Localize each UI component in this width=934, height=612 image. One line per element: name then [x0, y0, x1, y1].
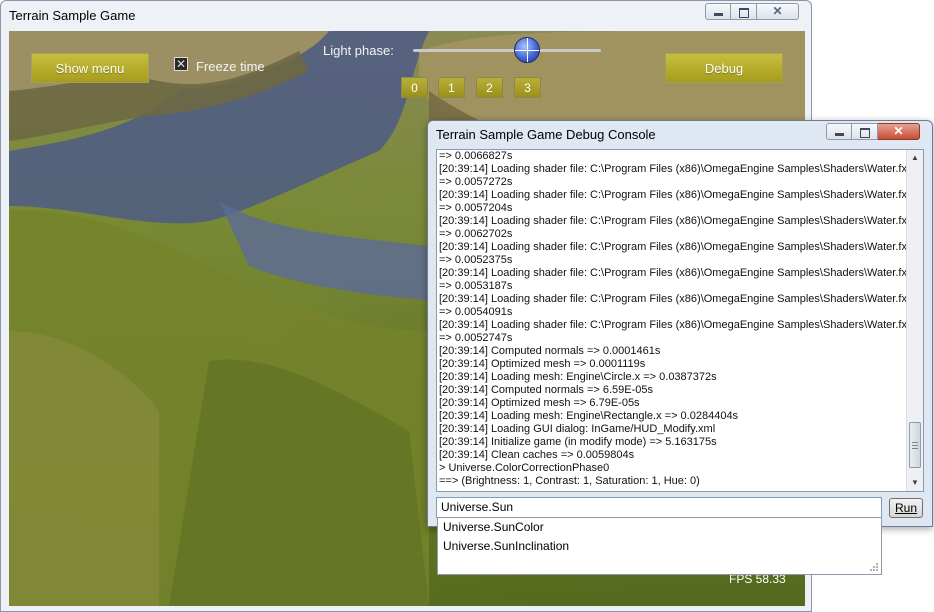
- grip-line: [912, 448, 918, 449]
- console-scrollbar[interactable]: ▲ ▼: [906, 150, 923, 491]
- phase-button-2[interactable]: 2: [476, 77, 503, 98]
- maximize-icon: [739, 8, 749, 18]
- log-line: [20:39:14] Loading shader file: C:\Progr…: [439, 189, 914, 201]
- autocomplete-list: Universe.SunColor Universe.SunInclinatio…: [437, 517, 882, 575]
- maximize-icon: [860, 128, 870, 138]
- freeze-time-label: Freeze time: [196, 59, 265, 74]
- console-log[interactable]: => 0.0066827s [20:39:14] Loading shader …: [436, 149, 924, 492]
- phase-button-3[interactable]: 3: [514, 77, 541, 98]
- minimize-button[interactable]: [705, 3, 731, 20]
- maximize-button[interactable]: [731, 3, 757, 20]
- log-line: => 0.0057272s: [439, 176, 513, 188]
- show-menu-button[interactable]: Show menu: [31, 53, 149, 83]
- log-line: [20:39:14] Computed normals => 0.0001461…: [439, 345, 661, 357]
- log-line: [20:39:14] Loading shader file: C:\Progr…: [439, 163, 914, 175]
- log-line: => 0.0057204s: [439, 202, 513, 214]
- log-line: ==> (Brightness: 1, Contrast: 1, Saturat…: [439, 475, 700, 487]
- scroll-down-icon[interactable]: ▼: [907, 475, 923, 491]
- debug-maximize-button[interactable]: [852, 123, 878, 140]
- log-line: => 0.0054091s: [439, 306, 513, 318]
- freeze-time-checkbox[interactable]: ✕: [174, 57, 188, 71]
- log-line: [20:39:14] Loading shader file: C:\Progr…: [439, 267, 914, 279]
- phase-button-1[interactable]: 1: [438, 77, 465, 98]
- log-line: => 0.0052747s: [439, 332, 513, 344]
- log-line: [20:39:14] Computed normals => 6.59E-05s: [439, 384, 654, 396]
- close-button[interactable]: ✕: [757, 3, 799, 20]
- light-phase-label: Light phase:: [323, 43, 394, 58]
- log-line: => 0.0052375s: [439, 254, 513, 266]
- grip-line: [912, 445, 918, 446]
- debug-console-title: Terrain Sample Game Debug Console: [436, 127, 656, 142]
- log-line: [20:39:14] Loading GUI dialog: InGame/HU…: [439, 423, 716, 435]
- light-phase-slider-knob[interactable]: [514, 37, 540, 63]
- window-controls: ✕: [705, 3, 799, 21]
- log-line: [20:39:14] Clean caches => 0.0059804s: [439, 449, 635, 461]
- log-line: [20:39:14] Initialize game (in modify mo…: [439, 436, 717, 448]
- debug-console-window: Terrain Sample Game Debug Console ✕ => 0…: [427, 120, 933, 527]
- close-icon: ✕: [893, 124, 904, 138]
- log-line: [20:39:14] Loading shader file: C:\Progr…: [439, 319, 914, 331]
- minimize-icon: [714, 13, 723, 16]
- log-line: [20:39:14] Loading mesh: Engine\Rectangl…: [439, 410, 739, 422]
- autocomplete-item-sun-color[interactable]: Universe.SunColor: [438, 518, 881, 537]
- resize-grip-icon[interactable]: [869, 562, 879, 572]
- grip-line: [912, 442, 918, 443]
- log-line: => 0.0062702s: [439, 228, 513, 240]
- minimize-icon: [835, 133, 844, 136]
- debug-close-button[interactable]: ✕: [878, 123, 920, 140]
- scroll-up-icon[interactable]: ▲: [907, 150, 923, 166]
- log-line: [20:39:14] Loading shader file: C:\Progr…: [439, 293, 914, 305]
- console-log-lines: => 0.0066827s [20:39:14] Loading shader …: [439, 150, 914, 488]
- command-input[interactable]: Universe.Sun: [436, 497, 882, 518]
- log-line: [20:39:14] Optimized mesh => 0.0001119s: [439, 358, 646, 370]
- log-line: [20:39:14] Loading shader file: C:\Progr…: [439, 215, 914, 227]
- autocomplete-item-sun-inclination[interactable]: Universe.SunInclination: [438, 537, 881, 556]
- window-title: Terrain Sample Game: [9, 8, 136, 23]
- log-line: => 0.0053187s: [439, 280, 513, 292]
- scrollbar-thumb[interactable]: [909, 422, 921, 468]
- light-phase-slider-track[interactable]: [413, 49, 601, 52]
- log-line: => 0.0066827s: [439, 150, 513, 162]
- log-line: [20:39:14] Loading shader file: C:\Progr…: [439, 241, 914, 253]
- log-line: [20:39:14] Loading mesh: Engine\Circle.x…: [439, 371, 717, 383]
- debug-minimize-button[interactable]: [826, 123, 852, 140]
- log-line: [20:39:14] Optimized mesh => 6.79E-05s: [439, 397, 640, 409]
- phase-button-0[interactable]: 0: [401, 77, 428, 98]
- knob-crosshair-v: [527, 38, 528, 62]
- close-icon: ✕: [772, 4, 783, 18]
- debug-button[interactable]: Debug: [665, 53, 783, 83]
- debug-window-controls: ✕: [826, 123, 920, 141]
- run-button[interactable]: Run: [889, 498, 923, 518]
- log-line: > Universe.ColorCorrectionPhase0: [439, 462, 610, 474]
